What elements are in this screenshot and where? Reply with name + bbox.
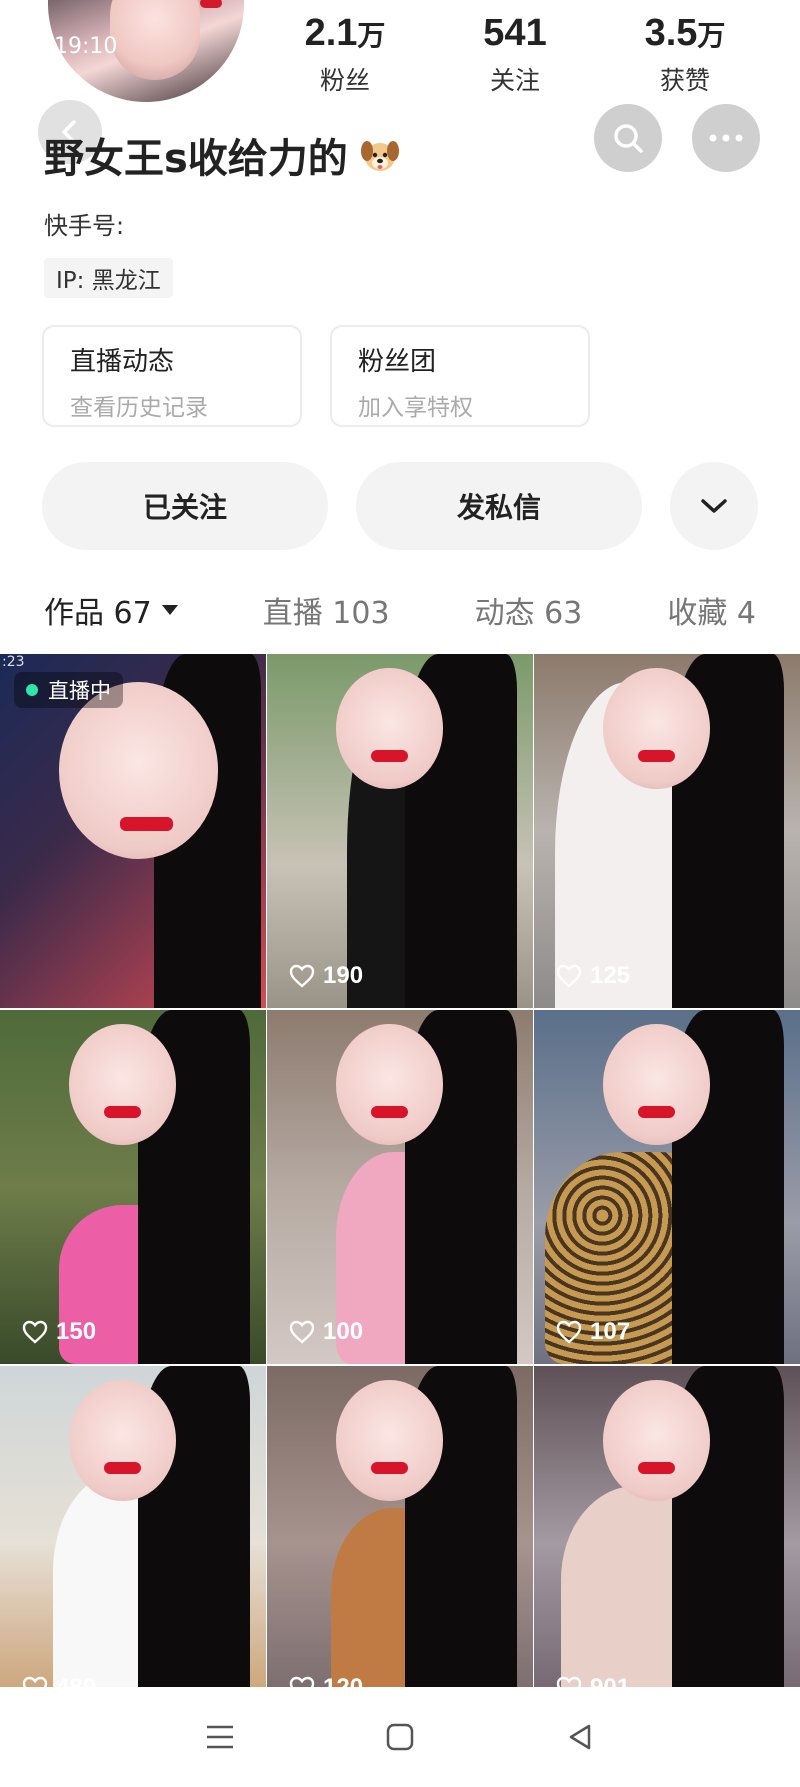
like-count: 150 xyxy=(22,1318,96,1346)
video-tile[interactable]: 489 xyxy=(0,1366,266,1720)
tile-face xyxy=(603,1380,710,1501)
tile-lips xyxy=(370,1461,408,1474)
stat-likes[interactable]: 3.5万 获赞 xyxy=(610,12,760,97)
tile-lips xyxy=(103,1105,141,1118)
profile-header: 19:10 2.1万 粉丝 541 关注 3.5万 获赞 野女王s收给力的 快手… xyxy=(0,0,800,427)
tile-face xyxy=(69,1024,176,1145)
tab-works[interactable]: 作品 67 xyxy=(44,588,178,632)
action-row: 已关注 发私信 xyxy=(42,462,758,550)
tile-face xyxy=(336,1024,443,1145)
content-tabs: 作品 67 直播 103 动态 63 收藏 4 xyxy=(44,580,756,640)
like-count-value: 150 xyxy=(56,1318,97,1345)
tile-face xyxy=(69,1380,176,1501)
like-count-value: 125 xyxy=(590,962,631,989)
message-button[interactable]: 发私信 xyxy=(356,462,642,550)
fan-club-card[interactable]: 粉丝团 加入享特权 xyxy=(330,325,590,427)
tile-lips xyxy=(119,816,173,831)
stat-followers[interactable]: 2.1万 粉丝 xyxy=(270,12,420,97)
stat-value: 2.1万 xyxy=(304,12,386,54)
video-tile-live[interactable]: :23 直播中 xyxy=(0,654,266,1008)
like-count: 100 xyxy=(289,1318,363,1346)
dog-emoji-icon xyxy=(360,141,399,171)
tab-live[interactable]: 直播 103 xyxy=(263,588,390,632)
video-tile[interactable]: 190 xyxy=(267,654,533,1008)
menu-icon xyxy=(207,1725,233,1749)
like-count: 107 xyxy=(556,1318,630,1346)
stat-value: 541 xyxy=(483,12,547,54)
recent-apps-button[interactable] xyxy=(190,1707,250,1767)
video-tile[interactable]: 120 xyxy=(267,1366,533,1720)
tile-lips xyxy=(370,749,408,762)
stat-label: 关注 xyxy=(489,66,540,95)
expand-button[interactable] xyxy=(670,462,758,550)
stat-following[interactable]: 541 关注 xyxy=(440,12,590,97)
tile-time: :23 xyxy=(2,654,25,670)
tile-lips xyxy=(637,749,675,762)
like-count: 125 xyxy=(556,962,630,990)
back-triangle-icon xyxy=(569,1724,591,1750)
dropdown-caret-icon xyxy=(161,605,178,615)
profile-name: 野女王s收给力的 xyxy=(44,126,404,184)
heart-icon xyxy=(22,1320,48,1344)
heart-icon xyxy=(289,964,315,988)
back-nav-button[interactable] xyxy=(550,1707,610,1767)
stats-row: 2.1万 粉丝 541 关注 3.5万 获赞 xyxy=(270,12,760,97)
tab-moments[interactable]: 动态 63 xyxy=(475,588,583,632)
tile-face xyxy=(603,668,710,789)
live-dot-icon xyxy=(26,684,38,696)
more-button[interactable] xyxy=(692,104,760,172)
search-icon xyxy=(614,124,643,153)
avatar-face xyxy=(110,0,200,80)
search-button[interactable] xyxy=(594,104,662,172)
heart-icon xyxy=(556,964,582,988)
profile-name-text: 野女王s收给力的 xyxy=(44,136,348,182)
like-count-value: 190 xyxy=(323,962,364,989)
video-tile[interactable]: 150 xyxy=(0,1010,266,1364)
chevron-down-icon xyxy=(701,499,727,513)
ip-location-tag: IP: 黑龙江 xyxy=(44,258,173,298)
status-time: 19:10 xyxy=(54,34,118,59)
video-tile[interactable]: 107 xyxy=(534,1010,800,1364)
feature-cards: 直播动态 查看历史记录 粉丝团 加入享特权 xyxy=(42,325,590,427)
heart-icon xyxy=(556,1320,582,1344)
card-title: 粉丝团 xyxy=(358,347,437,377)
tab-favorites[interactable]: 收藏 4 xyxy=(667,588,756,632)
tab-label: 作品 67 xyxy=(44,596,152,631)
avatar-lips xyxy=(200,0,222,8)
video-tile[interactable]: 100 xyxy=(267,1010,533,1364)
video-grid: :23 直播中 190 125 150 100 107 xyxy=(0,654,800,1720)
like-count-value: 100 xyxy=(323,1318,364,1345)
card-subtitle: 加入享特权 xyxy=(358,395,473,421)
tile-face xyxy=(58,682,219,860)
kuaishou-id-label: 快手号: xyxy=(44,212,125,240)
video-tile[interactable]: 125 xyxy=(534,654,800,1008)
tile-face xyxy=(336,1380,443,1501)
card-subtitle: 查看历史记录 xyxy=(70,395,208,421)
live-history-card[interactable]: 直播动态 查看历史记录 xyxy=(42,325,302,427)
tile-lips xyxy=(637,1105,675,1118)
stat-label: 粉丝 xyxy=(319,66,370,95)
tile-face xyxy=(603,1024,710,1145)
followed-button[interactable]: 已关注 xyxy=(42,462,328,550)
stat-label: 获赞 xyxy=(659,66,710,95)
system-navbar xyxy=(0,1687,800,1787)
like-count: 190 xyxy=(289,962,363,990)
live-badge: 直播中 xyxy=(14,672,123,708)
live-badge-label: 直播中 xyxy=(48,679,111,703)
stat-value: 3.5万 xyxy=(644,12,726,54)
tile-lips xyxy=(370,1105,408,1118)
tile-lips xyxy=(103,1461,141,1474)
video-tile[interactable]: 901 xyxy=(534,1366,800,1720)
home-button[interactable] xyxy=(370,1707,430,1767)
like-count-value: 107 xyxy=(590,1318,631,1345)
card-title: 直播动态 xyxy=(70,347,175,377)
tile-lips xyxy=(637,1461,675,1474)
home-icon xyxy=(386,1723,414,1751)
tile-face xyxy=(336,668,443,789)
heart-icon xyxy=(289,1320,315,1344)
more-icon xyxy=(709,134,743,142)
